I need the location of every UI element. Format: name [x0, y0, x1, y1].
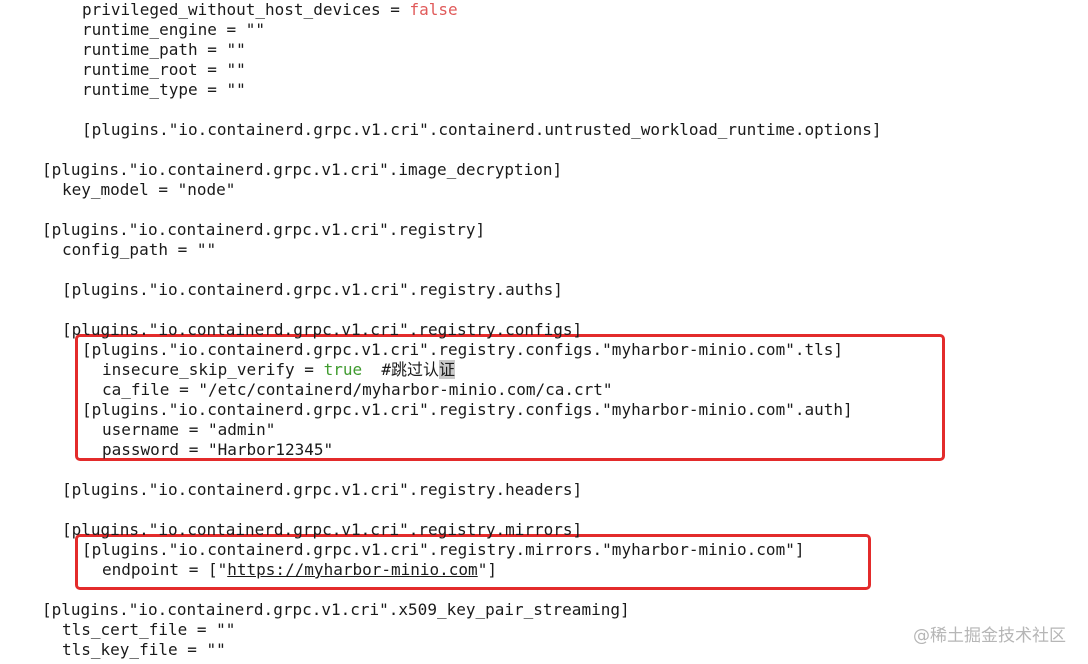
- code-line[interactable]: [plugins."io.containerd.grpc.v1.cri".reg…: [82, 340, 843, 360]
- code-token: #跳过认: [362, 360, 439, 379]
- code-line[interactable]: [plugins."io.containerd.grpc.v1.cri".x50…: [42, 600, 630, 620]
- code-token: [plugins."io.containerd.grpc.v1.cri".con…: [82, 120, 882, 139]
- code-line[interactable]: config_path = "": [62, 240, 216, 260]
- code-line[interactable]: tls_cert_file = "": [62, 620, 235, 640]
- code-token: [plugins."io.containerd.grpc.v1.cri".reg…: [62, 480, 583, 499]
- code-token: ca_file = "/etc/containerd/myharbor-mini…: [102, 380, 613, 399]
- code-line[interactable]: [plugins."io.containerd.grpc.v1.cri".reg…: [62, 280, 563, 300]
- code-token: insecure_skip_verify =: [102, 360, 324, 379]
- code-line[interactable]: key_model = "node": [62, 180, 235, 200]
- code-line[interactable]: [plugins."io.containerd.grpc.v1.cri".reg…: [62, 480, 582, 500]
- code-editor[interactable]: privileged_without_host_devices = false r…: [0, 0, 1088, 664]
- code-token: [plugins."io.containerd.grpc.v1.cri".reg…: [42, 220, 486, 239]
- code-line[interactable]: [plugins."io.containerd.grpc.v1.cri".reg…: [82, 540, 804, 560]
- code-line[interactable]: [plugins."io.containerd.grpc.v1.cri".reg…: [62, 520, 582, 540]
- code-line[interactable]: endpoint = ["https://myharbor-minio.com"…: [102, 560, 497, 580]
- code-token: runtime_root = "": [82, 60, 246, 79]
- code-line[interactable]: [plugins."io.containerd.grpc.v1.cri".con…: [82, 120, 882, 140]
- code-token: [plugins."io.containerd.grpc.v1.cri".reg…: [82, 340, 843, 359]
- code-token: [plugins."io.containerd.grpc.v1.cri".reg…: [82, 400, 853, 419]
- code-token: password = "Harbor12345": [102, 440, 334, 459]
- code-line[interactable]: runtime_path = "": [82, 40, 246, 60]
- code-token: [plugins."io.containerd.grpc.v1.cri".reg…: [62, 520, 583, 539]
- code-line[interactable]: ca_file = "/etc/containerd/myharbor-mini…: [102, 380, 613, 400]
- code-line[interactable]: tls_key_file = "": [62, 640, 226, 660]
- boolean-true-value: true: [323, 360, 363, 379]
- boolean-false-value: false: [409, 0, 458, 19]
- code-line[interactable]: password = "Harbor12345": [102, 440, 333, 460]
- code-token: [plugins."io.containerd.grpc.v1.cri".reg…: [62, 320, 583, 339]
- code-line[interactable]: insecure_skip_verify = true #跳过认证: [102, 360, 456, 380]
- code-token: [plugins."io.containerd.grpc.v1.cri".ima…: [42, 160, 563, 179]
- endpoint-url-link[interactable]: https://myharbor-minio.com: [227, 560, 477, 579]
- code-line[interactable]: [plugins."io.containerd.grpc.v1.cri".ima…: [42, 160, 562, 180]
- code-token: "]: [477, 560, 497, 579]
- code-token: config_path = "": [62, 240, 217, 259]
- code-token: tls_cert_file = "": [62, 620, 236, 639]
- code-token: privileged_without_host_devices =: [82, 0, 410, 19]
- code-line[interactable]: username = "admin": [102, 420, 275, 440]
- code-line[interactable]: privileged_without_host_devices = false: [82, 0, 458, 20]
- code-line[interactable]: runtime_engine = "": [82, 20, 265, 40]
- code-token: [plugins."io.containerd.grpc.v1.cri".reg…: [62, 280, 563, 299]
- code-token: endpoint = [": [102, 560, 228, 579]
- watermark: @稀土掘金技术社区: [913, 626, 1066, 646]
- code-line[interactable]: [plugins."io.containerd.grpc.v1.cri".reg…: [42, 220, 485, 240]
- code-token: [plugins."io.containerd.grpc.v1.cri".x50…: [42, 600, 630, 619]
- text-cursor: 证: [439, 360, 456, 379]
- code-token: key_model = "node": [62, 180, 236, 199]
- code-line[interactable]: runtime_type = "": [82, 80, 246, 100]
- code-token: username = "admin": [102, 420, 276, 439]
- code-token: runtime_path = "": [82, 40, 246, 59]
- code-token: tls_key_file = "": [62, 640, 226, 659]
- code-line[interactable]: [plugins."io.containerd.grpc.v1.cri".reg…: [62, 320, 582, 340]
- code-line[interactable]: [plugins."io.containerd.grpc.v1.cri".reg…: [82, 400, 853, 420]
- code-token: runtime_type = "": [82, 80, 246, 99]
- code-token: runtime_engine = "": [82, 20, 266, 39]
- code-line[interactable]: runtime_root = "": [82, 60, 246, 80]
- code-token: [plugins."io.containerd.grpc.v1.cri".reg…: [82, 540, 805, 559]
